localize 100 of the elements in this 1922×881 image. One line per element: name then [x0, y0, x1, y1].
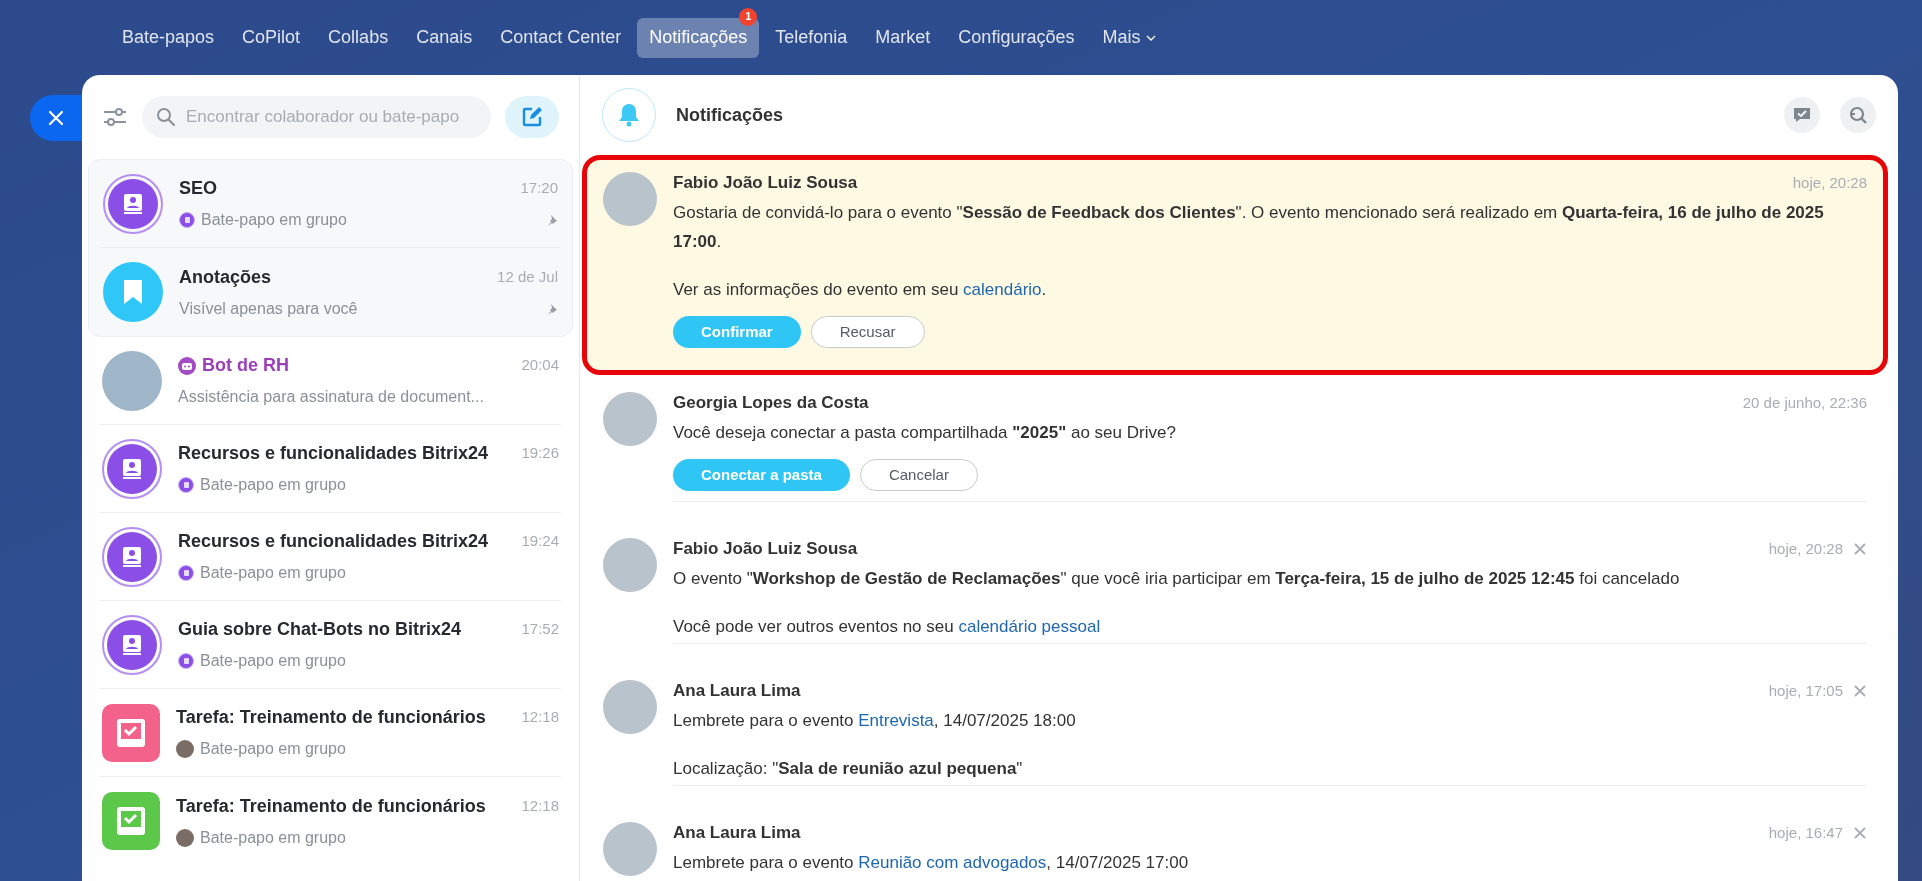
- group-chat-icon: [179, 212, 195, 228]
- chat-subtitle: Bate-papo em grupo: [200, 475, 347, 495]
- chat-time: 12:18: [521, 707, 559, 728]
- chat-subtitle: Bate-papo em grupo: [200, 563, 347, 583]
- event-link[interactable]: calendário pessoal: [958, 617, 1101, 636]
- message-text: Ver as informações do evento em seu calendário.: [673, 279, 1048, 301]
- chat-check-icon: [1792, 106, 1812, 124]
- chat-subtitle: Bate-papo em grupo: [201, 210, 348, 230]
- message-text: Você pode ver outros eventos no seu calendário pessoal: [673, 616, 1102, 638]
- search-button[interactable]: [1840, 97, 1876, 133]
- message-text: Lembrete para o evento Reunião com advogados, 14/07/2025 17:00: [673, 852, 1190, 874]
- event-link[interactable]: Entrevista: [858, 711, 934, 730]
- chat-subtitle: Bate-papo em grupo: [200, 827, 347, 848]
- chat-item[interactable]: Recursos e funcionalidades Bitrix24 19:24 Bate-papo em grupo: [100, 513, 561, 601]
- chat-title: Bot de RH: [202, 354, 290, 377]
- user-avatar-placeholder: [176, 828, 194, 847]
- author-name: Fabio João Luiz Sousa: [673, 538, 859, 561]
- chat-item[interactable]: Tarefa: Treinamento de funcionários 12:18 Bate-papo em grupo: [100, 777, 561, 865]
- chat-item[interactable]: SEO 17:20 Bate-papo em grupo: [101, 160, 560, 248]
- chat-time: 20:04: [521, 355, 559, 376]
- avatar-placeholder: [603, 538, 657, 592]
- chat-item[interactable]: Tarefa: Treinamento de funcionários 12:18 Bate-papo em grupo: [100, 689, 561, 777]
- chat-time: 19:24: [521, 531, 559, 552]
- nav-tab[interactable]: Configurações: [946, 17, 1087, 58]
- chat-item[interactable]: Recursos e funcionalidades Bitrix24 19:26 Bate-papo em grupo: [100, 425, 561, 513]
- event-link[interactable]: calendário: [963, 280, 1042, 299]
- close-icon: [48, 110, 64, 126]
- chat-time: 17:20: [520, 178, 558, 199]
- avatar-placeholder: [603, 822, 657, 876]
- contact-book-icon: [121, 633, 143, 656]
- chat-item[interactable]: Guia sobre Chat-Bots no Bitrix24 17:52 Bate-papo em grupo: [100, 601, 561, 689]
- nav-tab[interactable]: Collabs: [316, 17, 401, 58]
- group-chat-icon: [178, 477, 194, 493]
- contact-book-icon: [121, 545, 143, 568]
- secondary-button[interactable]: Cancelar: [859, 459, 978, 491]
- avatar-placeholder: [603, 680, 657, 734]
- message-text: Lembrete para o evento Entrevista, 14/07/2025 18:00: [673, 710, 1077, 732]
- chat-subtitle: Bate-papo em grupo: [200, 739, 347, 759]
- message-text: Você deseja conectar a pasta compartilhada "2025" ao seu Drive?: [673, 422, 1177, 444]
- avatar-placeholder: [603, 172, 657, 226]
- chat-title: Recursos e funcionalidades Bitrix24: [178, 530, 490, 553]
- notification-time: 20 de junho, 22:36: [1742, 392, 1867, 413]
- notification-time: hoje, 17:05: [1768, 680, 1843, 701]
- author-name: Ana Laura Lima: [673, 822, 802, 845]
- chat-title: Recursos e funcionalidades Bitrix24: [178, 442, 490, 465]
- panel-title: Notificações: [676, 103, 784, 127]
- task-check-icon: [116, 717, 146, 748]
- nav-tab[interactable]: Telefonia: [763, 17, 860, 58]
- chat-title: Tarefa: Treinamento de funcionários: [176, 794, 487, 818]
- chat-time: 17:52: [521, 619, 559, 640]
- group-chat-icon: [178, 653, 194, 669]
- message-text: O evento "Workshop de Gestão de Reclamações" que você iria participar em Terça-feira, 15 de julho de 2025 12:45 foi cancelado: [673, 568, 1681, 590]
- bookmark-icon: [123, 279, 143, 305]
- chat-subtitle: Assistência para assinatura de document...: [178, 387, 485, 407]
- notification-time: hoje, 20:28: [1768, 538, 1843, 559]
- chat-subtitle: Visível apenas para você: [179, 298, 359, 319]
- chat-time: 19:26: [521, 443, 559, 464]
- task-check-icon: [116, 806, 146, 836]
- secondary-button[interactable]: Recusar: [810, 316, 925, 348]
- nav-tab[interactable]: Contact Center: [488, 17, 634, 58]
- message-text: Gostaria de convidá-lo para o evento "Sessão de Feedback dos Clientes". O evento mencionado será realizado em Quarta-feira, 16 de julho de 2025 17:00.: [673, 202, 1825, 253]
- author-name: Georgia Lopes da Costa: [673, 392, 870, 415]
- nav-tab[interactable]: Bate-papos: [110, 17, 227, 58]
- nav-tab[interactable]: Market: [863, 17, 943, 58]
- nav-tab[interactable]: CoPilot: [230, 17, 313, 58]
- chat-subtitle: Bate-papo em grupo: [200, 651, 347, 671]
- close-icon[interactable]: [1853, 826, 1867, 840]
- nav-tab[interactable]: Canais: [404, 17, 485, 58]
- chat-time: 12 de Jul: [497, 266, 558, 287]
- search-icon: [1848, 105, 1868, 125]
- close-icon[interactable]: [1853, 684, 1867, 698]
- message-text: Localização: "Sala de reunião azul pequena": [673, 758, 1024, 780]
- nav-tab[interactable]: Mais: [1090, 17, 1169, 58]
- close-button[interactable]: [30, 95, 82, 141]
- chat-title: Tarefa: Treinamento de funcionários: [176, 706, 487, 729]
- chat-title: Anotações: [179, 265, 273, 289]
- author-name: Ana Laura Lima: [673, 680, 802, 703]
- notification-time: hoje, 16:47: [1768, 822, 1843, 843]
- notification-badge: 1: [739, 7, 758, 26]
- notification-time: hoje, 20:28: [1792, 172, 1867, 193]
- chat-read-button[interactable]: [1784, 97, 1820, 133]
- chat-item[interactable]: Anotações 12 de Jul Visível apenas para você: [101, 248, 560, 336]
- close-icon[interactable]: [1853, 542, 1867, 556]
- filter-icon[interactable]: [102, 106, 128, 128]
- chat-item[interactable]: Bot de RH 20:04 Assistência para assinatura de document...: [100, 337, 561, 425]
- chat-time: 12:18: [521, 795, 559, 816]
- chat-title: SEO: [179, 177, 218, 200]
- event-link[interactable]: Reunião com advogados: [858, 853, 1047, 872]
- author-name: Fabio João Luiz Sousa: [673, 172, 859, 195]
- search-icon: [156, 107, 176, 127]
- group-chat-icon: [178, 565, 194, 581]
- bell-icon: [618, 103, 640, 127]
- contact-book-icon: [122, 192, 144, 215]
- chat-title: Guia sobre Chat-Bots no Bitrix24: [178, 618, 463, 641]
- user-avatar-placeholder: [176, 740, 194, 758]
- avatar-placeholder: [603, 392, 657, 446]
- compose-button[interactable]: [505, 96, 559, 138]
- contact-book-icon: [121, 457, 143, 480]
- search-field[interactable]: Encontrar colaborador ou bate-papo: [142, 96, 491, 138]
- edit-icon: [521, 106, 543, 128]
